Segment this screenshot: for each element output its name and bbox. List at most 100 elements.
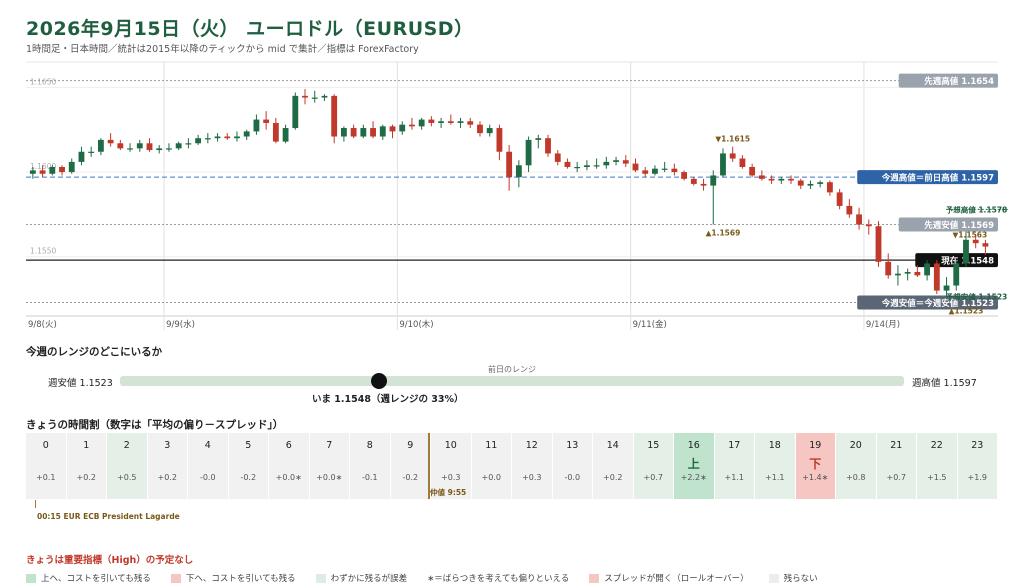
candle-body	[136, 143, 143, 149]
candle-body	[263, 119, 270, 123]
candle-body	[389, 126, 396, 132]
candle-body	[166, 148, 172, 150]
hour-cell-4: 4 -0.0	[188, 433, 229, 499]
hour-label: 5	[245, 440, 252, 451]
hour-cell-0: 0 +0.1	[26, 433, 67, 499]
candle-body	[545, 138, 551, 154]
hour-cell-19: 19 下 +1.4∗	[795, 433, 836, 499]
hour-cell-16: 16 上 +2.2∗	[674, 433, 715, 499]
hour-cell-12: 12 +0.3	[512, 433, 553, 499]
extreme-annotation: ▼1.1563	[953, 231, 988, 240]
legend-item: 上へ、コストを引いても残る	[26, 572, 151, 584]
hour-label: 3	[164, 440, 171, 451]
hour-value: -0.0	[564, 473, 581, 482]
candle-body	[972, 239, 979, 244]
candle-body	[457, 121, 464, 123]
hour-cell-17: 17 +1.1	[714, 433, 755, 499]
day-label: 9/11(金)	[633, 319, 667, 330]
candle-body	[438, 121, 445, 123]
day-label: 9/10(木)	[399, 319, 433, 330]
hour-value: +0.5	[117, 473, 137, 482]
candle-body	[963, 239, 969, 264]
candle-body	[59, 166, 65, 173]
candle-body	[467, 121, 474, 125]
candle-body	[865, 224, 872, 227]
hour-cell-23: 23 +1.9	[957, 433, 998, 499]
hour-value: -0.2	[240, 473, 257, 482]
candle-body	[447, 121, 454, 123]
legend-swatch	[768, 573, 779, 583]
hour-label: 2	[123, 440, 130, 451]
candle-body	[788, 178, 794, 181]
hourly-title: きょうの時間割（数字は「平均の偏り－スプレッド」）	[26, 419, 284, 431]
hour-cell-11: 11 +0.0	[471, 433, 512, 499]
candle-body	[671, 168, 678, 173]
candle-body	[331, 95, 338, 137]
candle-body	[515, 165, 522, 178]
hour-label: 22	[930, 440, 943, 451]
candle-body	[826, 182, 833, 193]
candle-body	[817, 182, 824, 184]
candle-body	[418, 119, 425, 127]
candle-body	[88, 151, 95, 153]
hour-value: -0.1	[361, 473, 378, 482]
candle-body	[204, 138, 211, 140]
legend-item: スプレッドが開く（ロールオーバー）	[589, 572, 749, 584]
legend-item: 残らない	[768, 572, 818, 584]
hour-label: 20	[849, 440, 862, 451]
candle-body	[690, 178, 697, 184]
candle-body	[574, 166, 581, 169]
candle-body	[904, 271, 911, 274]
day-label: 9/9(水)	[166, 319, 195, 330]
hour-cell-14: 14 +0.2	[593, 433, 634, 499]
candle-body	[29, 170, 36, 174]
hour-label: 14	[606, 440, 619, 451]
candle-body	[895, 273, 901, 276]
candle-body	[836, 192, 843, 206]
candle-body	[409, 124, 415, 127]
candle-body	[243, 131, 250, 137]
hour-label: 6	[285, 440, 292, 451]
candle-body	[982, 243, 989, 247]
hour-label: 16	[687, 440, 700, 451]
candle-body	[253, 119, 260, 132]
candle-body	[321, 95, 328, 98]
candle-body	[593, 165, 600, 167]
candle-body	[720, 153, 726, 176]
hourly-table: 0 +0.1 1 +0.2 2 +0.5 3 +0.2 4 -0.0 5 -0.2 6 +0.0∗ 7 +0.…	[26, 433, 998, 499]
candle-body	[564, 161, 571, 167]
hour-label: 17	[728, 440, 741, 451]
candle-body	[234, 136, 240, 139]
level-tag-label: 先週高値 1.1654	[924, 76, 994, 87]
candle-body	[710, 175, 717, 186]
hour-label: 10	[444, 440, 457, 451]
candle-body	[68, 161, 75, 173]
hour-cell-13: 13 -0.0	[552, 433, 593, 499]
legend-swatch	[589, 573, 600, 583]
y-tick-label: 1.1650	[30, 77, 56, 86]
hour-value: +0.3	[441, 473, 461, 482]
hour-cell-21: 21 +0.7	[876, 433, 917, 499]
hour-value: +1.9	[967, 473, 987, 482]
forecast-low-label: 予想安値 1.1523	[946, 291, 1008, 301]
candle-body	[311, 97, 318, 99]
legend-item: 下へ、コストを引いても残る	[170, 572, 296, 584]
candle-body	[846, 205, 853, 215]
hour-label: 19	[809, 440, 822, 451]
hour-label: 11	[485, 440, 498, 451]
candle-body	[554, 153, 561, 162]
candle-body	[652, 168, 658, 174]
hour-label: 15	[647, 440, 660, 451]
level-tag-label: 今週高値＝前日高値 1.1597	[881, 173, 994, 184]
hour-label: 7	[326, 440, 333, 451]
bias-arrow: 上	[687, 457, 700, 471]
candle-body	[856, 214, 862, 225]
legend-label: 下へ、コストを引いても残る	[185, 574, 296, 584]
candle-body	[360, 128, 367, 137]
hour-cell-18: 18 +1.1	[755, 433, 796, 499]
candle-body	[127, 148, 133, 150]
candle-body	[807, 183, 814, 186]
level-tag-label: 先週安値 1.1569	[924, 220, 994, 231]
hour-cell-15: 15 +0.7	[633, 433, 674, 499]
bias-arrow: 下	[809, 457, 822, 471]
